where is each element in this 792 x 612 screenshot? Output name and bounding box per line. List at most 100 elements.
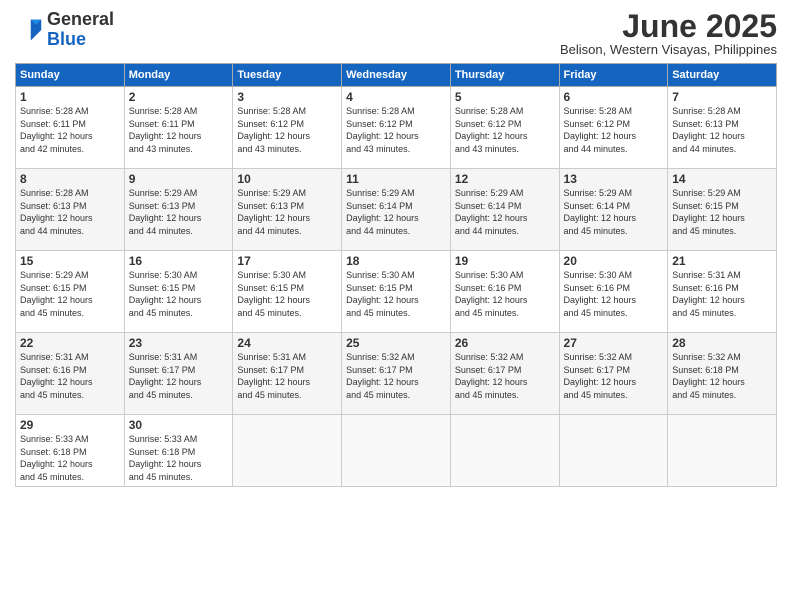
day-number: 19 [455, 254, 555, 268]
calendar-cell: 16Sunrise: 5:30 AMSunset: 6:15 PMDayligh… [124, 251, 233, 333]
calendar-cell: 15Sunrise: 5:29 AMSunset: 6:15 PMDayligh… [16, 251, 125, 333]
calendar-cell [668, 415, 777, 487]
calendar-cell: 12Sunrise: 5:29 AMSunset: 6:14 PMDayligh… [450, 169, 559, 251]
title-block: June 2025 Belison, Western Visayas, Phil… [560, 10, 777, 57]
day-info: Sunrise: 5:32 AMSunset: 6:17 PMDaylight:… [564, 351, 664, 401]
weekday-header-row: SundayMondayTuesdayWednesdayThursdayFrid… [16, 64, 777, 87]
calendar-page: General Blue June 2025 Belison, Western … [0, 0, 792, 612]
calendar-cell: 13Sunrise: 5:29 AMSunset: 6:14 PMDayligh… [559, 169, 668, 251]
weekday-header: Thursday [450, 64, 559, 87]
calendar-cell: 30Sunrise: 5:33 AMSunset: 6:18 PMDayligh… [124, 415, 233, 487]
day-number: 26 [455, 336, 555, 350]
day-info: Sunrise: 5:29 AMSunset: 6:15 PMDaylight:… [20, 269, 120, 319]
calendar-cell: 2Sunrise: 5:28 AMSunset: 6:11 PMDaylight… [124, 87, 233, 169]
day-info: Sunrise: 5:33 AMSunset: 6:18 PMDaylight:… [20, 433, 120, 483]
day-number: 29 [20, 418, 120, 432]
calendar-cell: 7Sunrise: 5:28 AMSunset: 6:13 PMDaylight… [668, 87, 777, 169]
day-number: 15 [20, 254, 120, 268]
day-info: Sunrise: 5:30 AMSunset: 6:16 PMDaylight:… [564, 269, 664, 319]
day-number: 23 [129, 336, 229, 350]
day-number: 13 [564, 172, 664, 186]
day-number: 20 [564, 254, 664, 268]
calendar-cell: 6Sunrise: 5:28 AMSunset: 6:12 PMDaylight… [559, 87, 668, 169]
weekday-header: Tuesday [233, 64, 342, 87]
day-info: Sunrise: 5:32 AMSunset: 6:17 PMDaylight:… [455, 351, 555, 401]
day-info: Sunrise: 5:29 AMSunset: 6:14 PMDaylight:… [346, 187, 446, 237]
calendar-cell: 27Sunrise: 5:32 AMSunset: 6:17 PMDayligh… [559, 333, 668, 415]
day-info: Sunrise: 5:28 AMSunset: 6:11 PMDaylight:… [20, 105, 120, 155]
day-info: Sunrise: 5:29 AMSunset: 6:15 PMDaylight:… [672, 187, 772, 237]
day-info: Sunrise: 5:31 AMSunset: 6:17 PMDaylight:… [129, 351, 229, 401]
calendar-cell: 5Sunrise: 5:28 AMSunset: 6:12 PMDaylight… [450, 87, 559, 169]
weekday-header: Monday [124, 64, 233, 87]
day-number: 21 [672, 254, 772, 268]
day-number: 16 [129, 254, 229, 268]
day-number: 8 [20, 172, 120, 186]
calendar-cell: 26Sunrise: 5:32 AMSunset: 6:17 PMDayligh… [450, 333, 559, 415]
day-info: Sunrise: 5:30 AMSunset: 6:15 PMDaylight:… [346, 269, 446, 319]
calendar-cell: 29Sunrise: 5:33 AMSunset: 6:18 PMDayligh… [16, 415, 125, 487]
page-header: General Blue June 2025 Belison, Western … [15, 10, 777, 57]
calendar-week-row: 22Sunrise: 5:31 AMSunset: 6:16 PMDayligh… [16, 333, 777, 415]
day-number: 3 [237, 90, 337, 104]
day-number: 4 [346, 90, 446, 104]
day-number: 11 [346, 172, 446, 186]
calendar-week-row: 8Sunrise: 5:28 AMSunset: 6:13 PMDaylight… [16, 169, 777, 251]
calendar-cell: 1Sunrise: 5:28 AMSunset: 6:11 PMDaylight… [16, 87, 125, 169]
calendar-cell: 21Sunrise: 5:31 AMSunset: 6:16 PMDayligh… [668, 251, 777, 333]
day-info: Sunrise: 5:30 AMSunset: 6:15 PMDaylight:… [237, 269, 337, 319]
calendar-cell: 28Sunrise: 5:32 AMSunset: 6:18 PMDayligh… [668, 333, 777, 415]
logo-icon [15, 16, 43, 44]
day-number: 27 [564, 336, 664, 350]
day-info: Sunrise: 5:28 AMSunset: 6:12 PMDaylight:… [346, 105, 446, 155]
weekday-header: Friday [559, 64, 668, 87]
day-info: Sunrise: 5:31 AMSunset: 6:17 PMDaylight:… [237, 351, 337, 401]
day-number: 25 [346, 336, 446, 350]
day-info: Sunrise: 5:30 AMSunset: 6:15 PMDaylight:… [129, 269, 229, 319]
day-number: 2 [129, 90, 229, 104]
day-number: 1 [20, 90, 120, 104]
weekday-header: Saturday [668, 64, 777, 87]
day-info: Sunrise: 5:28 AMSunset: 6:13 PMDaylight:… [20, 187, 120, 237]
day-info: Sunrise: 5:31 AMSunset: 6:16 PMDaylight:… [20, 351, 120, 401]
day-info: Sunrise: 5:28 AMSunset: 6:11 PMDaylight:… [129, 105, 229, 155]
calendar-cell: 3Sunrise: 5:28 AMSunset: 6:12 PMDaylight… [233, 87, 342, 169]
day-number: 30 [129, 418, 229, 432]
day-number: 14 [672, 172, 772, 186]
day-number: 5 [455, 90, 555, 104]
day-info: Sunrise: 5:28 AMSunset: 6:12 PMDaylight:… [237, 105, 337, 155]
weekday-header: Sunday [16, 64, 125, 87]
day-number: 17 [237, 254, 337, 268]
day-number: 24 [237, 336, 337, 350]
calendar-cell: 24Sunrise: 5:31 AMSunset: 6:17 PMDayligh… [233, 333, 342, 415]
calendar-cell: 23Sunrise: 5:31 AMSunset: 6:17 PMDayligh… [124, 333, 233, 415]
day-number: 10 [237, 172, 337, 186]
calendar-cell: 10Sunrise: 5:29 AMSunset: 6:13 PMDayligh… [233, 169, 342, 251]
logo-blue-text: Blue [47, 29, 86, 49]
calendar-cell: 8Sunrise: 5:28 AMSunset: 6:13 PMDaylight… [16, 169, 125, 251]
day-number: 7 [672, 90, 772, 104]
calendar-cell: 9Sunrise: 5:29 AMSunset: 6:13 PMDaylight… [124, 169, 233, 251]
calendar-week-row: 1Sunrise: 5:28 AMSunset: 6:11 PMDaylight… [16, 87, 777, 169]
calendar-cell: 20Sunrise: 5:30 AMSunset: 6:16 PMDayligh… [559, 251, 668, 333]
calendar-week-row: 15Sunrise: 5:29 AMSunset: 6:15 PMDayligh… [16, 251, 777, 333]
calendar-cell: 18Sunrise: 5:30 AMSunset: 6:15 PMDayligh… [342, 251, 451, 333]
day-info: Sunrise: 5:30 AMSunset: 6:16 PMDaylight:… [455, 269, 555, 319]
day-number: 22 [20, 336, 120, 350]
day-number: 28 [672, 336, 772, 350]
calendar-cell [559, 415, 668, 487]
day-number: 12 [455, 172, 555, 186]
calendar-cell [233, 415, 342, 487]
day-info: Sunrise: 5:31 AMSunset: 6:16 PMDaylight:… [672, 269, 772, 319]
calendar-cell: 25Sunrise: 5:32 AMSunset: 6:17 PMDayligh… [342, 333, 451, 415]
day-info: Sunrise: 5:29 AMSunset: 6:13 PMDaylight:… [129, 187, 229, 237]
calendar-cell: 22Sunrise: 5:31 AMSunset: 6:16 PMDayligh… [16, 333, 125, 415]
day-number: 6 [564, 90, 664, 104]
day-info: Sunrise: 5:32 AMSunset: 6:18 PMDaylight:… [672, 351, 772, 401]
calendar-cell: 11Sunrise: 5:29 AMSunset: 6:14 PMDayligh… [342, 169, 451, 251]
month-title: June 2025 [560, 10, 777, 42]
day-info: Sunrise: 5:29 AMSunset: 6:14 PMDaylight:… [564, 187, 664, 237]
calendar-cell: 17Sunrise: 5:30 AMSunset: 6:15 PMDayligh… [233, 251, 342, 333]
calendar-table: SundayMondayTuesdayWednesdayThursdayFrid… [15, 63, 777, 487]
calendar-cell: 14Sunrise: 5:29 AMSunset: 6:15 PMDayligh… [668, 169, 777, 251]
